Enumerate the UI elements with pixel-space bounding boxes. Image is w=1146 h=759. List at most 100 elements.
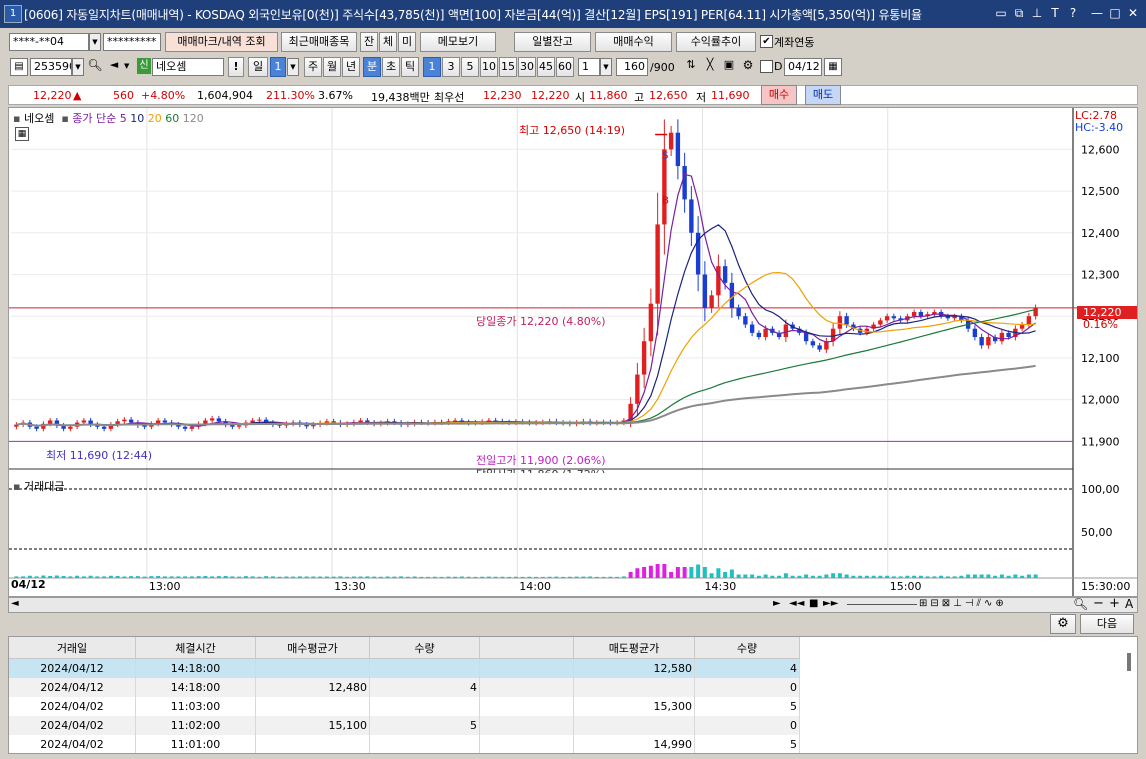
period-second-button[interactable]: 초 — [382, 57, 400, 77]
col-exec-time[interactable]: 체결시간 — [135, 637, 256, 659]
maximize-icon[interactable]: □ — [1108, 6, 1122, 20]
daily-balance-button[interactable]: 일별잔고 — [514, 32, 591, 52]
fast-forward-icon[interactable]: ►► — [823, 598, 838, 609]
interval-60-button[interactable]: 60 — [556, 57, 574, 77]
chart-tool-icon[interactable]: ⇅ — [682, 58, 700, 74]
pin-icon[interactable]: ⊥ — [1030, 6, 1044, 20]
stock-list-icon[interactable]: ▤ — [10, 58, 28, 76]
speaker-icon[interactable]: ◄ — [106, 58, 122, 74]
volume-bar — [61, 576, 66, 578]
period-year-button[interactable]: 년 — [342, 57, 360, 77]
candle-body — [911, 312, 917, 317]
chart-scrollbar[interactable]: ◄ ► ◄◄ ■ ►► ⊞⊟⊠⊥⊣⫽∿⊕ 🔍︎ − + A — [8, 596, 1138, 613]
cell-buy-qty — [369, 697, 480, 716]
count-field[interactable]: 160 — [616, 58, 648, 76]
candle-body — [817, 345, 822, 350]
calendar-icon[interactable]: ▦ — [824, 58, 842, 76]
stop-icon[interactable]: ■ — [809, 598, 818, 609]
interval-45-button[interactable]: 45 — [537, 57, 555, 77]
col-sell-qty[interactable]: 수량 — [694, 637, 800, 659]
cell-time: 14:18:00 — [135, 658, 256, 678]
interval-15-button[interactable]: 15 — [499, 57, 517, 77]
interval-5-button[interactable]: 5 — [461, 57, 479, 77]
scroll-left-icon[interactable]: ◄ — [11, 598, 19, 609]
period-month-button[interactable]: 월 — [323, 57, 341, 77]
window-layout-icon[interactable]: ▭ — [994, 6, 1008, 20]
zoom-in-icon[interactable]: + — [1109, 596, 1120, 611]
crosshair-icon[interactable]: ╳ — [701, 58, 719, 74]
trade-history-grid[interactable]: 거래일 체결시간 매수평균가 수량 매도평균가 수량 2024/04/12 14… — [8, 636, 1138, 754]
volume-bar — [1013, 574, 1018, 578]
interval-3-button[interactable]: 3 — [442, 57, 460, 77]
return-trend-button[interactable]: 수익률추이 — [676, 32, 756, 52]
close-icon[interactable]: ✕ — [1126, 6, 1140, 20]
period-day-button[interactable]: 일 — [248, 57, 268, 77]
rewind-icon[interactable]: ◄◄ — [789, 598, 804, 609]
table-row[interactable]: 2024/04/02 11:01:00 14,990 5 — [9, 735, 800, 753]
table-row[interactable]: 2024/04/12 14:18:00 12,580 4 — [9, 658, 800, 678]
speaker-dropdown-icon[interactable]: ▼ — [124, 58, 134, 74]
chart-canvas[interactable]: 13:00 13:30 14:00 14:30 15:00 15:30:00 12,600 1… — [9, 108, 1137, 596]
col-buy-avg[interactable]: 매수평균가 — [255, 637, 370, 659]
day-count-field[interactable]: 1 — [270, 57, 286, 77]
interval-10-button[interactable]: 10 — [480, 57, 498, 77]
balance-button[interactable]: 잔 — [360, 32, 378, 52]
interval-dropdown-icon[interactable]: ▼ — [600, 58, 612, 76]
col-trade-date[interactable]: 거래일 — [9, 637, 136, 659]
zoom-icon[interactable]: 🔍︎ — [1073, 597, 1088, 611]
table-row[interactable]: 2024/04/02 11:03:00 15,300 5 — [9, 697, 800, 716]
table-toggle-icon[interactable]: ▦ — [15, 127, 29, 141]
buy-button[interactable]: 매수 — [761, 85, 797, 105]
date-field[interactable]: 04/12 — [784, 58, 822, 76]
password-field[interactable]: ********* — [103, 33, 161, 51]
date-checkbox[interactable] — [760, 60, 773, 73]
drawing-tools-icon[interactable]: ⊞⊟⊠⊥⊣⫽∿⊕ — [919, 598, 1007, 609]
trade-history-button[interactable]: 매매마크/내역 조회 — [165, 32, 278, 52]
volume-bar — [810, 575, 815, 578]
font-size-icon[interactable]: T — [1048, 6, 1062, 20]
stock-code-dropdown-icon[interactable]: ▼ — [72, 58, 84, 76]
volume-tick-label: 50,00 — [1081, 526, 1113, 539]
col-sell-avg[interactable]: 매도평균가 — [573, 637, 695, 659]
window-tile-icon[interactable]: ⧉ — [1012, 6, 1026, 20]
scroll-right-icon[interactable]: ► — [773, 598, 781, 609]
account-dropdown-icon[interactable]: ▼ — [89, 33, 101, 51]
volume-bar — [918, 575, 923, 578]
filled-button[interactable]: 체 — [379, 32, 397, 52]
candlestick-chart[interactable]: 13:00 13:30 14:00 14:30 15:00 15:30:00 12,600 1… — [8, 107, 1138, 597]
stock-name-field[interactable]: 네오셈 — [152, 58, 224, 76]
help-icon[interactable]: ? — [1066, 6, 1080, 20]
account-link-checkbox[interactable]: ✔ — [760, 35, 773, 48]
day-count-dropdown-icon[interactable]: ▼ — [287, 58, 299, 76]
volume-bar — [520, 576, 525, 578]
period-minute-button[interactable]: 분 — [363, 57, 381, 77]
alert-icon[interactable]: ! — [228, 57, 244, 77]
zoom-out-icon[interactable]: − — [1093, 596, 1104, 611]
period-week-button[interactable]: 주 — [304, 57, 322, 77]
next-button[interactable]: 다음 — [1080, 614, 1134, 634]
interval-1-button[interactable]: 1 — [423, 57, 441, 77]
interval-30-button[interactable]: 30 — [518, 57, 536, 77]
stock-code-field[interactable]: 253590 — [30, 58, 72, 76]
table-row[interactable]: 2024/04/02 11:02:00 15,100 5 0 — [9, 716, 800, 735]
account-field[interactable]: ****-**04 — [9, 33, 89, 51]
text-tool-icon[interactable]: A — [1125, 597, 1133, 611]
sell-button[interactable]: 매도 — [805, 85, 841, 105]
zoom-slider[interactable] — [847, 604, 917, 605]
minimize-icon[interactable]: — — [1090, 6, 1104, 20]
save-icon[interactable]: ▣ — [720, 58, 738, 74]
grid-scrollbar-thumb[interactable] — [1127, 653, 1131, 671]
col-blank[interactable] — [479, 637, 574, 659]
grid-settings-icon[interactable]: ⚙ — [1050, 614, 1076, 634]
volume-bar — [250, 576, 255, 578]
period-tick-button[interactable]: 틱 — [401, 57, 419, 77]
trade-return-button[interactable]: 매매수익 — [595, 32, 672, 52]
table-row[interactable]: 2024/04/12 14:18:00 12,480 4 0 — [9, 678, 800, 697]
col-buy-qty[interactable]: 수량 — [369, 637, 480, 659]
settings-icon[interactable]: ⚙ — [739, 58, 757, 74]
memo-button[interactable]: 메모보기 — [420, 32, 496, 52]
recent-trades-button[interactable]: 최근매매종목 — [281, 32, 357, 52]
search-icon[interactable]: 🔍︎ — [87, 58, 103, 74]
interval-field[interactable]: 1 — [578, 58, 600, 76]
unfilled-button[interactable]: 미 — [398, 32, 416, 52]
